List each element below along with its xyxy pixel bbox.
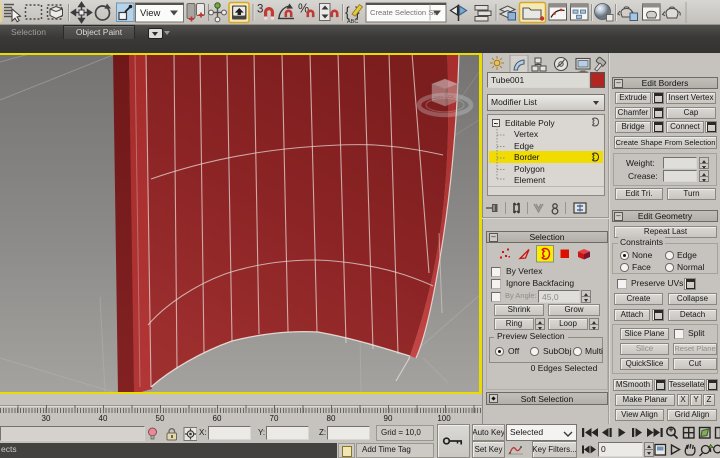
svg-text:CK: CK — [448, 94, 454, 99]
svg-text:{: { — [345, 4, 350, 20]
svg-text:View: View — [140, 8, 161, 19]
svg-text:Create Selection Se: Create Selection Se — [370, 8, 438, 17]
svg-text:3: 3 — [257, 4, 263, 16]
svg-text:BOT: BOT — [434, 95, 444, 100]
